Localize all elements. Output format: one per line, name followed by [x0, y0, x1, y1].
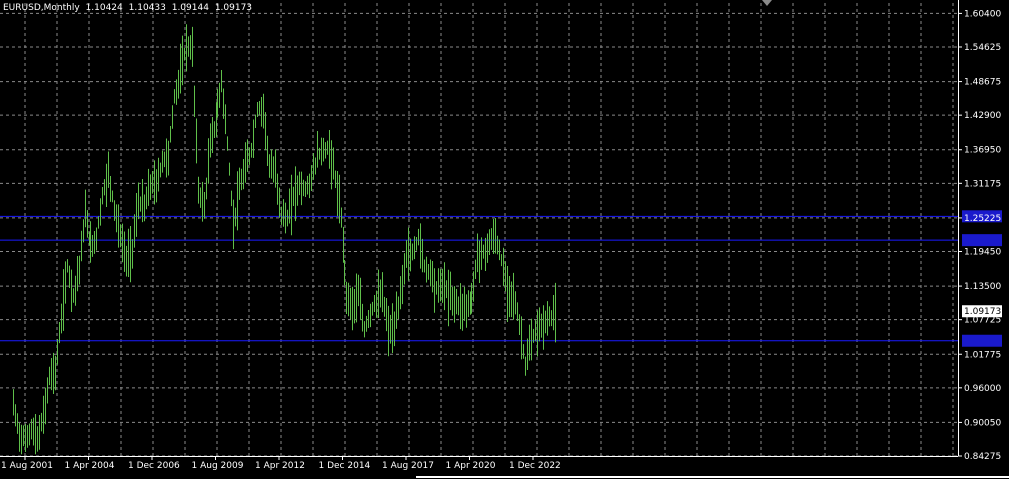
- chart-shift-marker-icon[interactable]: [762, 0, 772, 6]
- y-tick-label: 0.90050: [964, 418, 1001, 428]
- y-tick-label: 1.48675: [964, 78, 1001, 88]
- y-tick-label: 0.84275: [964, 452, 1001, 462]
- chart-header: EURUSD,Monthly 1.10424 1.10433 1.09144 1…: [3, 3, 255, 13]
- y-tick-label: 1.54625: [964, 43, 1001, 53]
- x-tick-label: 1 Aug 2017: [382, 461, 434, 471]
- y-tick-label: 1.36950: [964, 146, 1001, 156]
- open-value: 1.10424: [85, 3, 123, 13]
- x-tick-label: 1 Dec 2022: [509, 461, 561, 471]
- x-tick-label: 1 Dec 2006: [128, 461, 180, 471]
- y-tick-label: 1.19450: [964, 247, 1001, 257]
- horizontal-lines[interactable]: [0, 210, 1002, 347]
- x-tick-label: 1 Aug 2001: [1, 461, 53, 471]
- y-tick-label: 1.13500: [964, 282, 1001, 292]
- scroll-marker[interactable]: [762, 0, 772, 6]
- high-value: 1.10433: [128, 3, 166, 13]
- x-tick-label: 1 Apr 2004: [65, 461, 115, 471]
- symbol-label: EURUSD,Monthly: [3, 3, 80, 13]
- x-tick-label: 1 Aug 2009: [192, 461, 244, 471]
- y-tick-label: 1.42900: [964, 111, 1001, 121]
- y-tick-label: 1.25225: [964, 214, 1001, 224]
- low-value: 1.09144: [171, 3, 209, 13]
- chart-canvas[interactable]: 1.60400 1.54625 1.48675 1.42900 1.36950 1.311…: [0, 0, 1009, 479]
- grid: [0, 3, 958, 457]
- x-tick-label: 1 Apr 2020: [446, 461, 496, 471]
- close-value: 1.09173: [214, 3, 253, 13]
- current-price-label: 1.09173: [964, 307, 1001, 317]
- price-bars: [13, 24, 556, 455]
- y-tick-label: 0.96000: [964, 384, 1001, 394]
- x-tick-label: 1 Apr 2012: [255, 461, 305, 471]
- x-tick-label: 1 Dec 2014: [319, 461, 371, 471]
- horizontal-line-label: [962, 234, 1002, 247]
- y-tick-label: 1.31175: [964, 179, 1001, 189]
- horizontal-line-label: [962, 334, 1002, 347]
- y-tick-label: 1.01775: [964, 350, 1001, 360]
- y-tick-label: 1.60400: [964, 9, 1001, 19]
- chart-window[interactable]: 1.60400 1.54625 1.48675 1.42900 1.36950 1.311…: [0, 0, 1009, 479]
